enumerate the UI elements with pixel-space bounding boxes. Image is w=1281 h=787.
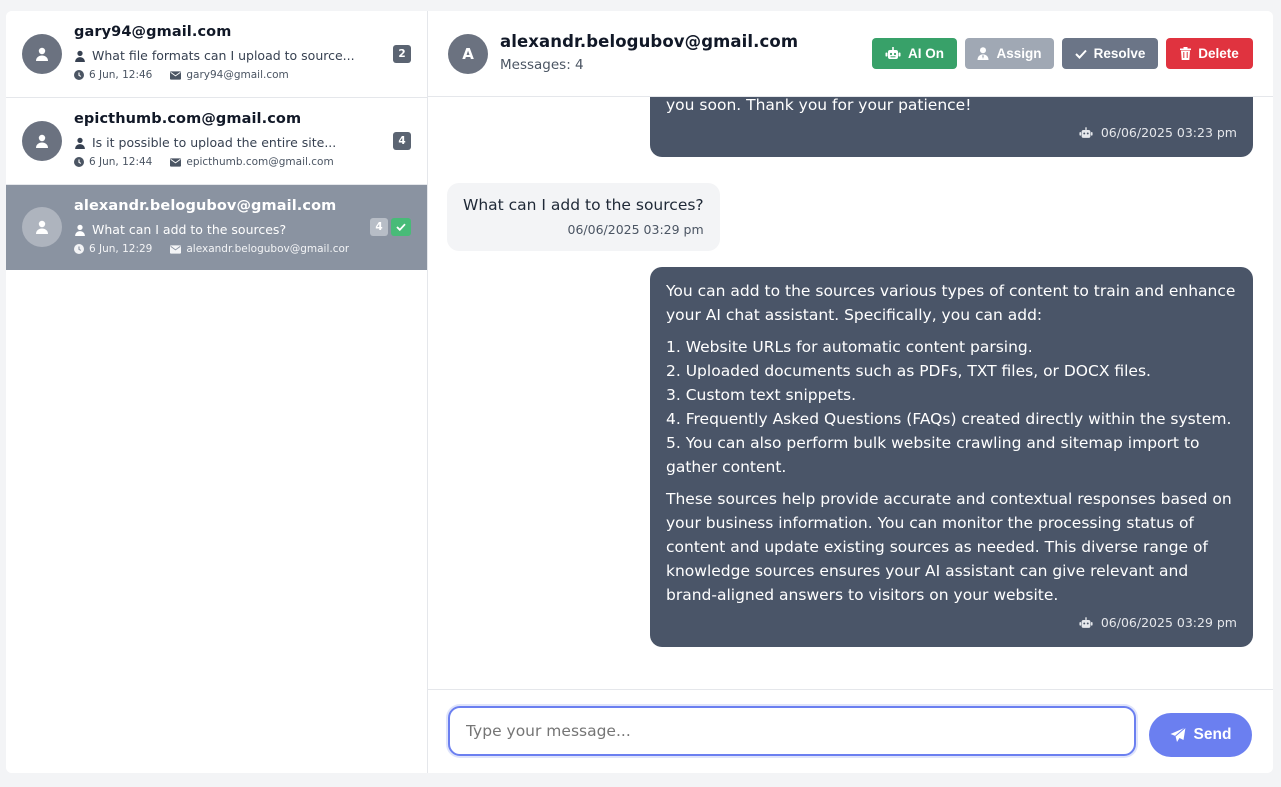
user-avatar-icon	[22, 207, 62, 247]
assign-button[interactable]: Assign	[965, 38, 1054, 69]
preview-text: What can I add to the sources?	[92, 222, 287, 237]
user-icon	[75, 224, 85, 236]
conversation-item[interactable]: gary94@gmail.com What file formats can I…	[6, 11, 427, 98]
user-avatar-icon	[22, 34, 62, 74]
conversation-meta: 6 Jun, 12:46 gary94@gmail.com	[74, 68, 427, 82]
conversation-contact: epicthumb.com@gmail.com	[186, 156, 334, 168]
trash-icon	[1180, 47, 1192, 60]
list-item: 5. You can also perform bulk website cra…	[666, 434, 1200, 476]
header-actions: AI On Assign Resolve Delete	[872, 38, 1253, 69]
user-tie-icon	[977, 47, 989, 60]
count-badge: 4	[370, 218, 388, 236]
robot-icon	[885, 47, 901, 59]
bot-message: You can add to the sources various types…	[650, 267, 1253, 647]
resolve-button[interactable]: Resolve	[1062, 38, 1158, 69]
conversation-sidebar: gary94@gmail.com What file formats can I…	[6, 11, 428, 773]
clock-icon	[74, 244, 84, 254]
conversation-meta: 6 Jun, 12:29 alexandr.belogubov@gmail.co…	[74, 242, 427, 256]
resolved-check-icon	[391, 218, 411, 236]
send-button[interactable]: Send	[1149, 713, 1252, 757]
conversation-preview: What file formats can I upload to source…	[74, 48, 427, 64]
check-icon	[1074, 49, 1087, 59]
bot-message: you soon. Thank you for your patience! 0…	[650, 97, 1253, 157]
message-count-badge: 4	[393, 132, 411, 150]
robot-icon	[1079, 617, 1093, 628]
message-timestamp: 06/06/2025 03:29 pm	[567, 222, 704, 237]
preview-text: Is it possible to upload the entire site…	[92, 135, 337, 150]
assign-label: Assign	[996, 46, 1042, 61]
envelope-icon	[170, 157, 182, 167]
message-timestamp: 06/06/2025 03:29 pm	[666, 611, 1237, 635]
conversation-item-active[interactable]: alexandr.belogubov@gmail.com What can I …	[6, 185, 427, 270]
conversation-item[interactable]: epicthumb.com@gmail.com Is it possible t…	[6, 98, 427, 185]
conversation-email: epicthumb.com@gmail.com	[74, 111, 302, 127]
delete-button[interactable]: Delete	[1166, 38, 1253, 69]
message-text: What can I add to the sources?	[463, 196, 704, 214]
message-composer: Send	[428, 689, 1273, 773]
list-item: 1. Website URLs for automatic content pa…	[666, 338, 1033, 356]
conversation-email: gary94@gmail.com	[74, 24, 232, 40]
message-timestamp: 06/06/2025 03:23 pm	[666, 121, 1237, 145]
conversation-meta: 6 Jun, 12:44 epicthumb.com@gmail.com	[74, 155, 427, 169]
conversation-contact: gary94@gmail.com	[186, 69, 289, 81]
user-avatar-icon	[22, 121, 62, 161]
conversation-time: 6 Jun, 12:46	[89, 69, 153, 81]
conversation-time: 6 Jun, 12:44	[89, 156, 153, 168]
message-count-badge: 4	[370, 218, 411, 236]
chat-header: A alexandr.belogubov@gmail.com Messages:…	[428, 11, 1273, 97]
message-intro: You can add to the sources various types…	[666, 282, 1236, 324]
list-item: 3. Custom text snippets.	[666, 386, 857, 404]
sources-list: 1. Website URLs for automatic content pa…	[666, 335, 1237, 479]
count-badge: 4	[393, 132, 411, 150]
send-label: Send	[1193, 726, 1232, 743]
conversation-contact: alexandr.belogubov@gmail.cor	[186, 243, 350, 255]
conversation-preview: Is it possible to upload the entire site…	[74, 135, 427, 151]
user-message: What can I add to the sources? 06/06/202…	[447, 183, 720, 251]
clock-icon	[74, 157, 84, 167]
robot-icon	[1079, 127, 1093, 138]
chat-app: gary94@gmail.com What file formats can I…	[6, 11, 1273, 773]
message-count: Messages: 4	[500, 57, 584, 73]
clock-icon	[74, 70, 84, 80]
chat-title: alexandr.belogubov@gmail.com	[500, 32, 799, 51]
timestamp-text: 06/06/2025 03:29 pm	[1100, 615, 1237, 630]
message-input[interactable]	[448, 706, 1136, 756]
envelope-icon	[170, 70, 182, 80]
message-count-badge: 2	[393, 45, 411, 63]
contact-avatar: A	[448, 34, 488, 74]
chat-panel: A alexandr.belogubov@gmail.com Messages:…	[428, 11, 1273, 773]
message-outro: These sources help provide accurate and …	[666, 490, 1232, 604]
envelope-icon	[170, 244, 182, 254]
user-icon	[75, 50, 85, 62]
resolve-label: Resolve	[1093, 46, 1146, 61]
list-item: 4. Frequently Asked Questions (FAQs) cre…	[666, 410, 1232, 428]
user-icon	[75, 137, 85, 149]
list-item: 2. Uploaded documents such as PDFs, TXT …	[666, 362, 1151, 380]
count-badge: 2	[393, 45, 411, 63]
delete-label: Delete	[1198, 46, 1239, 61]
message-list[interactable]: you soon. Thank you for your patience! 0…	[428, 97, 1273, 689]
ai-toggle-label: AI On	[908, 46, 944, 61]
preview-text: What file formats can I upload to source…	[92, 48, 355, 63]
conversation-email: alexandr.belogubov@gmail.com	[74, 198, 337, 214]
message-text: you soon. Thank you for your patience!	[666, 97, 972, 114]
page-edge	[1273, 0, 1281, 787]
ai-toggle-button[interactable]: AI On	[872, 38, 957, 69]
conversation-time: 6 Jun, 12:29	[89, 243, 153, 255]
timestamp-text: 06/06/2025 03:23 pm	[1100, 125, 1237, 140]
paper-plane-icon	[1170, 727, 1186, 742]
